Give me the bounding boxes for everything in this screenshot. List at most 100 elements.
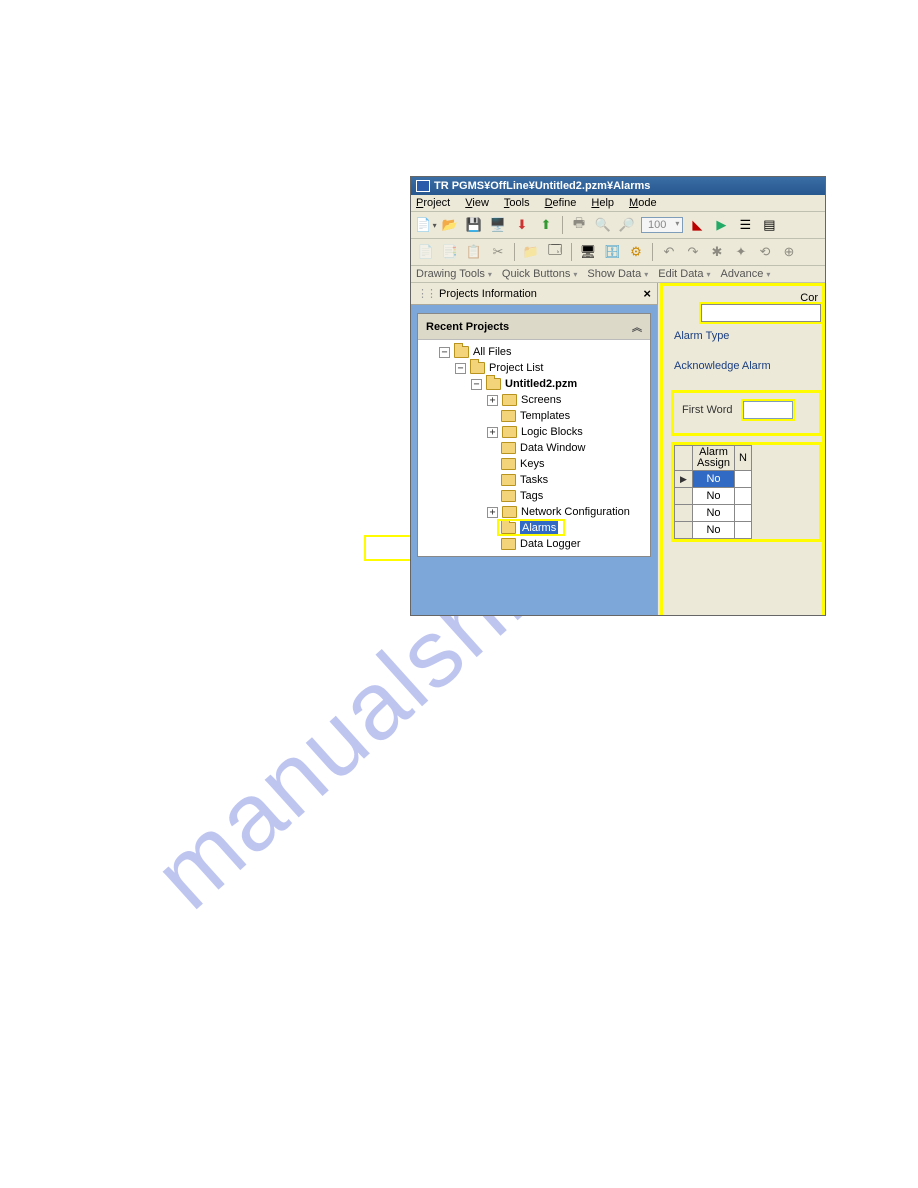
save-button[interactable]: 💾 xyxy=(464,215,484,235)
panel-header: ⋮⋮ Projects Information × xyxy=(411,283,657,305)
tree-alarms-label: Alarms xyxy=(520,520,558,536)
table-row[interactable]: No xyxy=(675,505,752,522)
window-icon[interactable]: 🗔 xyxy=(545,242,565,262)
tree-templates[interactable]: Templates xyxy=(421,408,647,424)
cell-assign: No xyxy=(693,488,735,505)
menu-project[interactable]: Project xyxy=(416,197,450,209)
run-icon[interactable]: ◣ xyxy=(687,215,707,235)
zoom-out-button[interactable]: 🔎 xyxy=(617,215,637,235)
first-word-section: First Word xyxy=(671,390,822,436)
panel-close-button[interactable]: × xyxy=(643,286,651,301)
tool-b-icon[interactable]: ✦ xyxy=(731,242,751,262)
folder-icon xyxy=(501,442,516,454)
gear-icon[interactable]: ⚙ xyxy=(626,242,646,262)
screens-button[interactable]: 🖥️ xyxy=(488,215,508,235)
folder-icon[interactable]: 📁 xyxy=(521,242,541,262)
paste-icon[interactable]: 📋 xyxy=(464,242,484,262)
table-row[interactable]: No xyxy=(675,522,752,539)
toolbar-separator-3 xyxy=(571,243,572,261)
tree-alarms[interactable]: Alarms xyxy=(421,520,647,536)
tree-tags[interactable]: Tags xyxy=(421,488,647,504)
undo-icon[interactable]: ↶ xyxy=(659,242,679,262)
tree-data-logger[interactable]: Data Logger xyxy=(421,536,647,552)
tree-data-window[interactable]: Data Window xyxy=(421,440,647,456)
tree-network-config[interactable]: +Network Configuration xyxy=(421,504,647,520)
app-icon xyxy=(416,180,430,192)
dd-edit-data[interactable]: Edit Data xyxy=(658,268,710,280)
menu-mode[interactable]: Mode xyxy=(629,197,657,209)
table-row[interactable]: No xyxy=(675,488,752,505)
toolbar-secondary: 📄 📑 📋 ✂ 📁 🗔 🖥 🗄 ⚙ ↶ ↷ ✱ ✦ ⟲ ⊕ xyxy=(411,239,825,266)
tree-screens[interactable]: +Screens xyxy=(421,392,647,408)
menu-view[interactable]: View xyxy=(465,197,489,209)
toolbar-separator-4 xyxy=(652,243,653,261)
cut-icon[interactable]: ✂ xyxy=(488,242,508,262)
tree-tasks[interactable]: Tasks xyxy=(421,472,647,488)
folder-icon xyxy=(502,506,517,518)
zoom-in-button[interactable]: 🔍 xyxy=(593,215,613,235)
tree-logic-blocks[interactable]: +Logic Blocks xyxy=(421,424,647,440)
alarm-type-label: Alarm Type xyxy=(674,330,822,342)
first-word-input[interactable] xyxy=(743,401,793,419)
cell-assign: No xyxy=(693,522,735,539)
menu-define[interactable]: Define xyxy=(545,197,577,209)
cell-assign: No xyxy=(693,505,735,522)
tree-keys[interactable]: Keys xyxy=(421,456,647,472)
folder-icon xyxy=(454,346,469,358)
panel-frame: Recent Projects ︽ −All Files −Project Li… xyxy=(411,305,657,616)
folder-icon xyxy=(501,410,516,422)
db-icon[interactable]: 🗄 xyxy=(602,242,622,262)
folder-icon xyxy=(501,522,516,534)
col-alarm-assign: AlarmAssign xyxy=(693,446,735,471)
tool-c-icon[interactable]: ⟲ xyxy=(755,242,775,262)
zoom-combo[interactable]: 100 xyxy=(641,217,683,233)
folder-icon xyxy=(502,426,517,438)
tree-project-list[interactable]: −Project List xyxy=(421,360,647,376)
row-selector-icon xyxy=(675,471,693,488)
dd-advance[interactable]: Advance xyxy=(721,268,771,280)
folder-icon xyxy=(501,474,516,486)
corner-label: Cor xyxy=(800,292,818,304)
cell-assign: No xyxy=(693,471,735,488)
alarm-table-section: AlarmAssign N No No No No xyxy=(671,442,822,542)
monitor-icon[interactable]: 🖥 xyxy=(578,242,598,262)
menu-help[interactable]: Help xyxy=(591,197,614,209)
dd-drawing-tools[interactable]: Drawing Tools xyxy=(416,268,492,280)
dd-show-data[interactable]: Show Data xyxy=(587,268,648,280)
grip-icon: ⋮⋮ xyxy=(417,288,435,300)
first-word-label: First Word xyxy=(682,404,733,416)
copy-icon[interactable]: 📑 xyxy=(440,242,460,262)
table-row[interactable]: No xyxy=(675,471,752,488)
download-button[interactable]: ⬇ xyxy=(512,215,532,235)
row-selector-header xyxy=(675,446,693,471)
menubar: Project View Tools Define Help Mode xyxy=(411,195,825,212)
panel-title: Projects Information xyxy=(439,288,537,300)
toolbar-separator-2 xyxy=(514,243,515,261)
tool-a-icon[interactable]: ✱ xyxy=(707,242,727,262)
recent-projects-header[interactable]: Recent Projects ︽ xyxy=(418,314,650,340)
tool-d-icon[interactable]: ⊕ xyxy=(779,242,799,262)
toolbar-main: 📄 📂 💾 🖥️ ⬇ ⬆ 🖶 🔍 🔎 100 ◣ ▶ ☰ ▤ xyxy=(411,212,825,239)
tree-all-files[interactable]: −All Files xyxy=(421,344,647,360)
redo-icon[interactable]: ↷ xyxy=(683,242,703,262)
play-button[interactable]: ▶ xyxy=(711,215,731,235)
new-button[interactable]: 📄 xyxy=(416,215,436,235)
device-button[interactable]: ▤ xyxy=(759,215,779,235)
sim-button[interactable]: ☰ xyxy=(735,215,755,235)
top-yellow-box xyxy=(701,304,821,322)
right-highlight-frame: Cor Alarm Type Acknowledge Alarm First W… xyxy=(660,283,825,616)
recent-projects-title: Recent Projects xyxy=(426,321,509,333)
col-n: N xyxy=(735,446,752,471)
menu-tools[interactable]: Tools xyxy=(504,197,530,209)
tree-untitled[interactable]: −Untitled2.pzm xyxy=(421,376,647,392)
app-window: TR PGMS¥OffLine¥Untitled2.pzm¥Alarms Pro… xyxy=(410,176,826,616)
print-button[interactable]: 🖶 xyxy=(569,215,589,235)
folder-icon xyxy=(470,362,485,374)
doc-icon[interactable]: 📄 xyxy=(416,242,436,262)
upload-button[interactable]: ⬆ xyxy=(536,215,556,235)
open-button[interactable]: 📂 xyxy=(440,215,460,235)
toolbar-separator xyxy=(562,216,563,234)
recent-projects-panel: Recent Projects ︽ −All Files −Project Li… xyxy=(417,313,651,557)
collapse-chevron-icon[interactable]: ︽ xyxy=(632,319,642,334)
dd-quick-buttons[interactable]: Quick Buttons xyxy=(502,268,578,280)
